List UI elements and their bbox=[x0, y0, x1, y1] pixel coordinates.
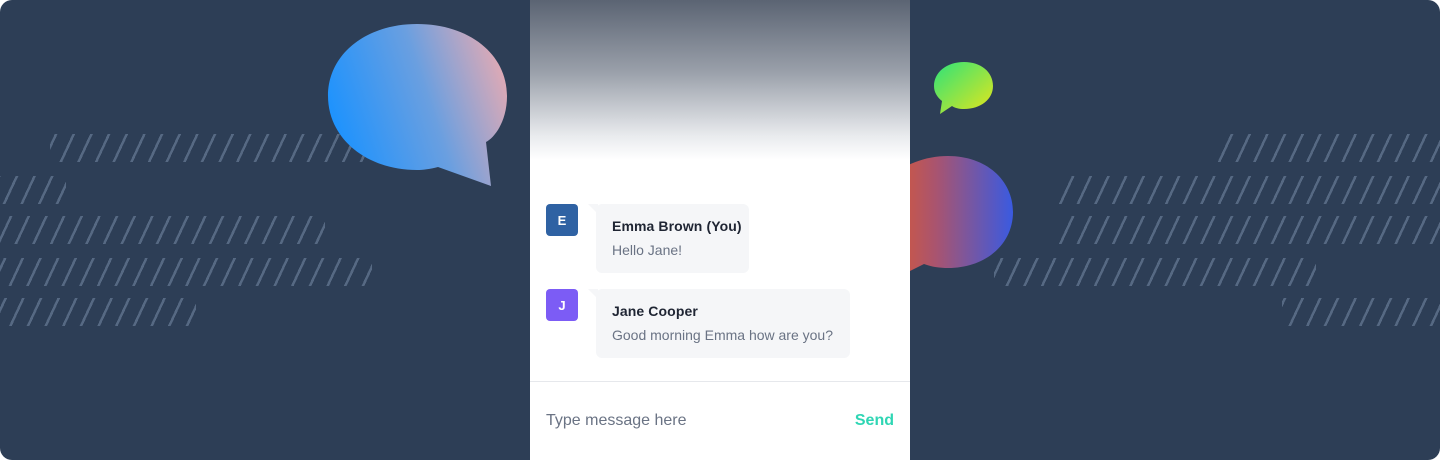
avatar-emma: E bbox=[546, 204, 578, 236]
chat-header-fade bbox=[530, 0, 910, 160]
message-bubble: Emma Brown (You) Hello Jane! bbox=[588, 204, 749, 273]
message-sender: Emma Brown (You) bbox=[612, 218, 742, 234]
message-text: Good morning Emma how are you? bbox=[612, 327, 833, 343]
hatch-band bbox=[0, 176, 66, 204]
message-input[interactable] bbox=[546, 408, 826, 434]
message-sender: Jane Cooper bbox=[612, 303, 698, 319]
message-bubble: Jane Cooper Good morning Emma how are yo… bbox=[588, 289, 850, 358]
avatar-jane: J bbox=[546, 289, 578, 321]
hero-canvas: E Emma Brown (You) Hello Jane! J Jane Co… bbox=[0, 0, 1440, 460]
hatch-band bbox=[1218, 134, 1440, 162]
hatch-band bbox=[50, 134, 370, 162]
hatch-band bbox=[0, 216, 325, 244]
hatch-band bbox=[1282, 298, 1440, 326]
message-text: Hello Jane! bbox=[612, 242, 683, 258]
message-composer: Send bbox=[530, 381, 910, 460]
green-chat-bubble-icon bbox=[934, 62, 993, 114]
hatch-band bbox=[1058, 216, 1440, 244]
bubble-tail bbox=[588, 204, 598, 214]
hatch-band bbox=[0, 298, 196, 326]
hatch-band bbox=[1058, 176, 1440, 204]
send-button[interactable]: Send bbox=[855, 412, 894, 430]
chat-window: E Emma Brown (You) Hello Jane! J Jane Co… bbox=[530, 0, 910, 460]
hatch-band bbox=[0, 258, 372, 286]
blue-chat-bubble-icon bbox=[328, 24, 507, 186]
hatch-band bbox=[994, 258, 1316, 286]
bubble-tail bbox=[588, 289, 598, 299]
